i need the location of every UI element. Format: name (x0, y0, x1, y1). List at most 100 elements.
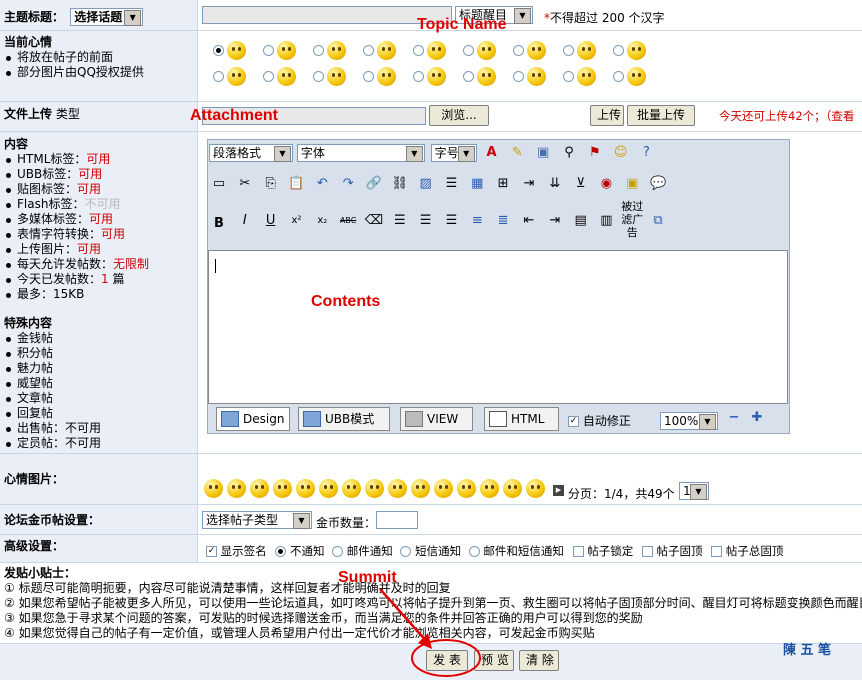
eraser-icon[interactable]: ⌫ (363, 210, 385, 232)
indent-icon[interactable]: ⇥ (544, 210, 566, 232)
upload-button[interactable]: 上传 (590, 105, 624, 126)
notify-none-radio[interactable] (275, 546, 287, 557)
table-icon[interactable]: ▦ (466, 173, 488, 195)
notify-sms-radio[interactable] (400, 546, 412, 557)
flag-icon[interactable]: ⚑ (584, 142, 606, 164)
insert-col-icon[interactable]: ⇥ (518, 173, 540, 195)
lock-topic-checkbox[interactable] (572, 546, 584, 557)
mood-option[interactable] (313, 67, 346, 86)
image-icon[interactable]: ▨ (415, 173, 437, 195)
mood-radio[interactable] (563, 71, 574, 82)
mood-option[interactable] (213, 67, 246, 86)
editor-textarea[interactable] (208, 250, 788, 404)
mood-option[interactable] (563, 67, 596, 86)
font-color-icon[interactable]: A (480, 142, 502, 164)
strikethrough-icon[interactable]: ABC (337, 210, 359, 232)
copy-format-icon[interactable]: ⧉ (647, 210, 669, 232)
mood-radio[interactable] (363, 71, 374, 82)
help-icon[interactable]: ? (635, 142, 657, 164)
mood-image-icon[interactable] (434, 479, 453, 498)
insert-row-icon[interactable]: ⇊ (544, 173, 566, 195)
mood-image-icon[interactable] (250, 479, 269, 498)
mood-option[interactable] (363, 67, 396, 86)
new-doc-icon[interactable]: ▭ (208, 173, 230, 195)
emoticon-icon[interactable]: ☺ (610, 142, 632, 164)
mood-radio[interactable] (263, 45, 274, 56)
gold-amount-input[interactable] (376, 511, 418, 529)
paste-icon[interactable]: 📋 (285, 173, 307, 195)
outdent-icon[interactable]: ⇤ (518, 210, 540, 232)
ordered-list-icon[interactable]: ≡ (466, 210, 488, 232)
show-signature-checkbox[interactable]: ✓ (206, 546, 217, 557)
subscript-icon[interactable]: x₂ (311, 210, 333, 232)
cut-icon[interactable]: ✂ (234, 173, 256, 195)
mood-option[interactable] (413, 41, 446, 60)
split-cell-icon[interactable]: ⊞ (492, 173, 514, 195)
notify-email-radio[interactable] (332, 546, 344, 557)
mood-option[interactable] (563, 41, 596, 60)
mood-radio[interactable] (363, 45, 374, 56)
find-icon[interactable]: ⚲ (558, 142, 580, 164)
merge-icon[interactable]: ⊻ (570, 173, 592, 195)
batch-upload-button[interactable]: 批量上传 (627, 105, 695, 126)
tab-ubb[interactable]: UBB模式 (298, 407, 390, 431)
comment-icon[interactable]: 💬 (647, 173, 669, 195)
mood-radio[interactable] (313, 45, 324, 56)
tab-design[interactable]: Design (216, 407, 290, 431)
mood-image-icon[interactable] (342, 479, 361, 498)
superscript-icon[interactable]: x² (285, 210, 307, 232)
mood-radio[interactable] (613, 45, 624, 56)
mood-radio[interactable] (513, 71, 524, 82)
mood-option[interactable] (463, 41, 496, 60)
hr-icon[interactable]: ☰ (440, 173, 462, 195)
align-right-icon[interactable]: ☰ (440, 210, 462, 232)
mood-option[interactable] (513, 41, 546, 60)
pin-all-checkbox[interactable] (711, 546, 723, 557)
mood-option[interactable] (263, 67, 296, 86)
topic-select[interactable]: 选择话题 (70, 8, 144, 26)
browse-button[interactable]: 浏览... (429, 105, 489, 126)
font-size-select[interactable]: 字号 (430, 143, 477, 162)
align-center-icon[interactable]: ☰ (415, 210, 437, 232)
mood-image-icon[interactable] (388, 479, 407, 498)
undo-icon[interactable]: ↶ (311, 173, 333, 195)
mood-image-icon[interactable] (296, 479, 315, 498)
mood-image-icon[interactable] (503, 479, 522, 498)
copy-icon[interactable]: ⎘ (260, 173, 282, 195)
mood-image-icon[interactable] (365, 479, 384, 498)
ad-filter-button[interactable]: 被过滤广告 (621, 200, 643, 239)
align-left-icon[interactable]: ☰ (389, 210, 411, 232)
mood-option[interactable] (463, 67, 496, 86)
mood-image-icon[interactable] (480, 479, 499, 498)
document-icon[interactable]: ▥ (595, 210, 617, 232)
cube-icon[interactable]: ▣ (532, 142, 554, 164)
mood-radio[interactable] (613, 71, 624, 82)
paragraph-format-select[interactable]: 段落格式 (209, 143, 293, 162)
mood-option[interactable] (263, 41, 296, 60)
mood-radio[interactable] (213, 71, 224, 82)
mood-image-icon[interactable] (273, 479, 292, 498)
redo-icon[interactable]: ↷ (337, 173, 359, 195)
font-select[interactable]: 字体 (296, 143, 425, 162)
mood-image-icon[interactable] (227, 479, 246, 498)
mood-option[interactable] (613, 41, 646, 60)
zoom-out-icon[interactable]: − (723, 407, 745, 429)
mood-image-icon[interactable] (457, 479, 476, 498)
zoom-select[interactable]: 100% (660, 412, 718, 430)
italic-icon[interactable]: I (234, 210, 256, 232)
link-icon[interactable]: 🔗 (363, 173, 385, 195)
tab-html[interactable]: HTML (484, 407, 559, 431)
mood-radio[interactable] (213, 45, 224, 56)
tab-view[interactable]: VIEW (400, 407, 473, 431)
mood-radio[interactable] (463, 45, 474, 56)
autocorrect-option[interactable]: ✓ 自动修正 (568, 412, 631, 429)
mood-radio[interactable] (413, 71, 424, 82)
topic-title-input[interactable] (202, 6, 452, 24)
insert-block-icon[interactable]: ▤ (570, 210, 592, 232)
mood-radio[interactable] (563, 45, 574, 56)
mood-option[interactable] (513, 67, 546, 86)
mood-radio[interactable] (513, 45, 524, 56)
pin-topic-checkbox[interactable] (641, 546, 653, 557)
mood-image-icon[interactable] (526, 479, 545, 498)
mood-image-icon[interactable] (204, 479, 223, 498)
